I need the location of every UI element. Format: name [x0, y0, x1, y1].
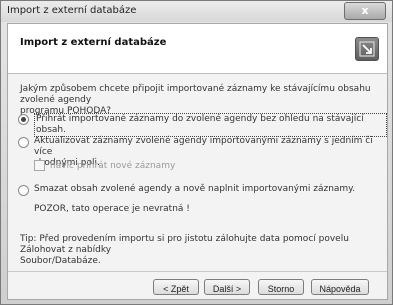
- dialog-header: Import z externí databáze: [8, 24, 387, 74]
- next-button[interactable]: Další >: [204, 279, 250, 295]
- title-bar: Import z externí databáze x: [1, 1, 392, 22]
- window-title: Import z externí databáze: [7, 5, 137, 16]
- import-arrow-icon: [355, 37, 379, 61]
- radio-button[interactable]: [18, 185, 29, 196]
- option-replace-label[interactable]: Smazat obsah zvolené agendy a nově napln…: [34, 184, 355, 195]
- cancel-button[interactable]: Storno: [258, 279, 304, 295]
- header-title: Import z externí databáze: [20, 37, 167, 48]
- option-replace-radio[interactable]: Smazat obsah zvolené agendy a nově napln…: [18, 184, 355, 196]
- append-new-checkbox-label: navíc přihrát nové záznamy: [50, 160, 176, 171]
- import-dialog-window: Import z externí databáze x Import z ext…: [0, 0, 393, 305]
- close-icon: x: [361, 4, 369, 17]
- append-new-checkbox-row: navíc přihrát nové záznamy: [34, 160, 175, 171]
- append-new-checkbox: [34, 160, 45, 171]
- button-area-divider: [8, 271, 387, 272]
- help-button[interactable]: Nápověda: [311, 279, 369, 295]
- close-button[interactable]: x: [344, 2, 386, 20]
- option-append-label[interactable]: Přihrát importované záznamy do zvolené a…: [34, 113, 387, 137]
- back-button[interactable]: < Zpět: [153, 279, 199, 295]
- tip-text: Tip: Před provedením importu si pro jist…: [20, 234, 349, 266]
- option-append-radio[interactable]: Přihrát importované záznamy do zvolené a…: [18, 113, 387, 137]
- warning-text: POZOR, tato operace je nevratná !: [34, 204, 190, 214]
- radio-button[interactable]: [18, 137, 29, 148]
- dialog-client-area: Import z externí databáze Jakým způsobem…: [7, 23, 388, 300]
- radio-button[interactable]: [18, 114, 29, 125]
